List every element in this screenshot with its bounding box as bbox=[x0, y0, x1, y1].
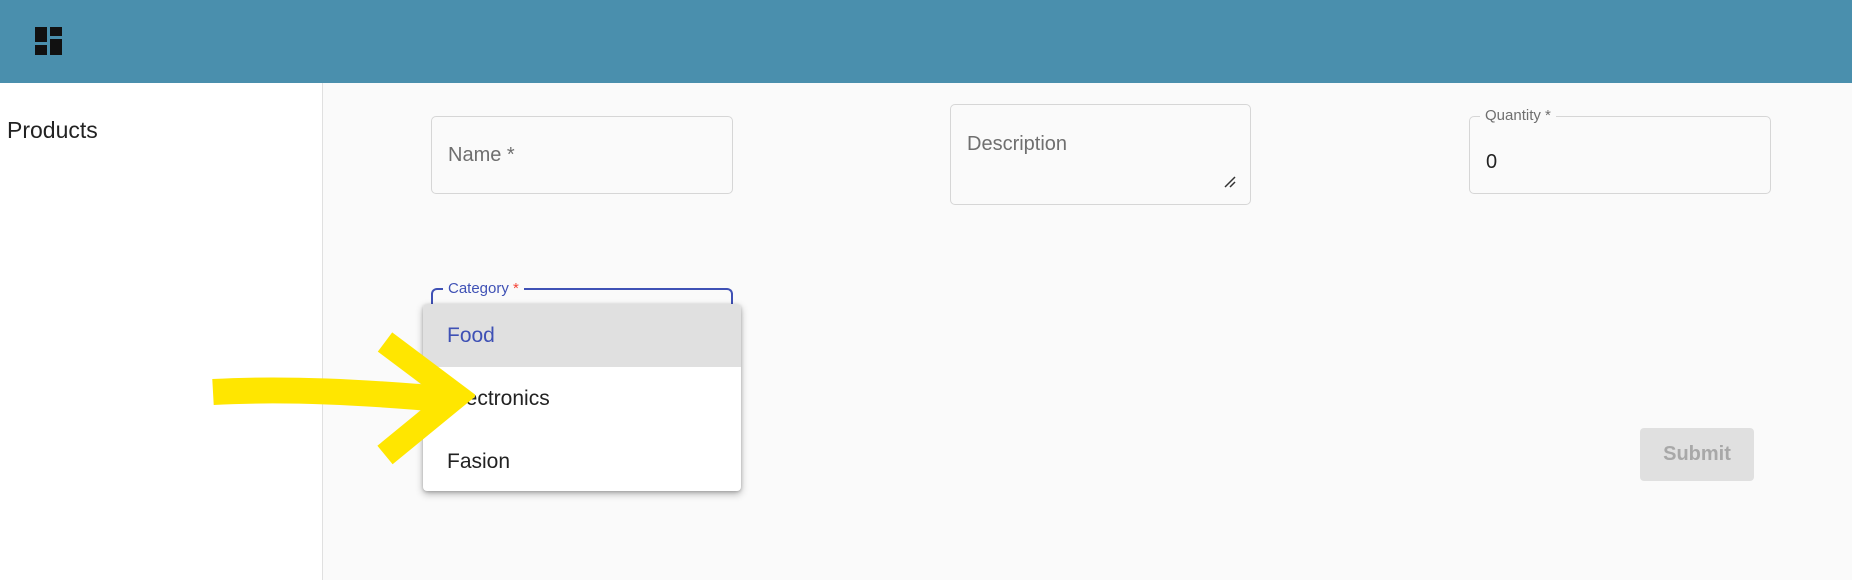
quantity-value: 0 bbox=[1486, 151, 1498, 173]
description-placeholder: Description bbox=[967, 133, 1068, 155]
quantity-label: Quantity * bbox=[1480, 108, 1556, 124]
name-field[interactable]: Name * bbox=[431, 116, 733, 194]
category-dropdown: Food Electronics Fasion bbox=[423, 304, 741, 491]
dashboard-icon[interactable] bbox=[35, 27, 62, 55]
required-mark: * bbox=[513, 280, 519, 297]
description-field[interactable]: Description bbox=[950, 104, 1251, 205]
category-label: Category * bbox=[443, 281, 524, 297]
sidebar-item-products[interactable]: Products bbox=[7, 117, 98, 144]
submit-button[interactable]: Submit bbox=[1640, 428, 1754, 481]
resize-handle-icon[interactable] bbox=[1224, 176, 1236, 188]
option-electronics[interactable]: Electronics bbox=[423, 367, 741, 430]
quantity-field[interactable]: Quantity * 0 bbox=[1469, 108, 1771, 194]
category-label-text: Category bbox=[448, 280, 509, 297]
name-placeholder: Name * bbox=[448, 144, 515, 166]
sidebar: Products bbox=[0, 83, 323, 580]
option-fasion[interactable]: Fasion bbox=[423, 430, 741, 491]
top-toolbar bbox=[0, 0, 1852, 83]
option-food[interactable]: Food bbox=[423, 304, 741, 367]
